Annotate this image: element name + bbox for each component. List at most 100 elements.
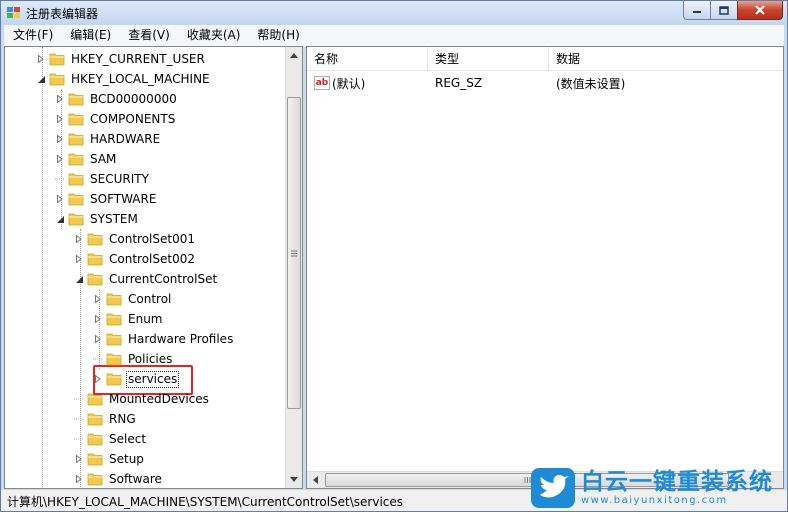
watermark-url: www.baiyunxitong.com [581,495,728,506]
chevron-left-icon [313,476,318,484]
tree-node[interactable]: Hardware Profiles [93,329,235,349]
folder-icon [87,232,103,246]
tree-node[interactable]: SYSTEM [55,209,140,229]
value-data: (数值未设置) [556,76,626,91]
tree-connector [74,394,84,404]
tree-node[interactable]: MountedDevices [74,389,211,409]
tree-node-label: Software [109,471,162,486]
column-data[interactable]: 数据 [549,47,783,71]
folder-icon [106,332,122,346]
expand-arrow-icon[interactable] [55,134,65,144]
collapse-arrow-icon[interactable] [55,214,65,224]
regedit-window: 注册表编辑器 文件(F) 编辑(E) 查看(V) 收藏夹(A) 帮助(H) HK… [0,0,788,512]
close-button[interactable] [737,1,783,20]
tree-node-label: ControlSet002 [109,251,195,266]
folder-icon [87,472,103,486]
tree-node-label: Setup [109,451,144,466]
column-name[interactable]: 名称 [307,47,428,71]
value-row[interactable]: ab (默认) REG_SZ (数值未设置) [307,73,749,93]
menu-view[interactable]: 查看(V) [119,25,178,46]
window-title: 注册表编辑器 [26,7,99,21]
folder-icon [49,52,65,66]
bird-logo-icon [531,468,575,508]
menu-help[interactable]: 帮助(H) [248,25,307,46]
scroll-down-arrow[interactable] [286,471,302,488]
folder-icon [49,72,65,86]
list-header: 名称 类型 数据 [307,47,783,71]
watermark: 白云一键重装系统 www.baiyunxitong.com [531,467,787,509]
expand-arrow-icon[interactable] [55,194,65,204]
tree-node[interactable]: SECURITY [55,169,151,189]
scroll-thumb[interactable] [287,97,301,409]
tree-node-label: COMPONENTS [90,111,176,126]
grip-icon [291,250,297,256]
tree-node-label: HKEY_CURRENT_USER [71,51,205,66]
tree-node[interactable]: SAM [55,149,118,169]
value-name: (默认) [332,76,366,91]
tree-node-label: HARDWARE [90,131,161,146]
tree-node[interactable]: BCD00000000 [55,89,179,109]
tree-connector [74,434,84,444]
value-name-cell: ab (默认) [307,75,428,92]
tree-node[interactable]: Control [93,289,173,309]
tree-node[interactable]: RNG [74,409,138,429]
tree-node[interactable]: Setup [74,449,146,469]
collapse-arrow-icon[interactable] [36,74,46,84]
regedit-app-icon [7,7,20,18]
expand-arrow-icon[interactable] [93,294,103,304]
folder-icon [106,312,122,326]
minimize-button[interactable] [683,1,710,20]
tree-node[interactable]: Select [74,429,148,449]
status-path: 计算机\HKEY_LOCAL_MACHINE\SYSTEM\CurrentCon… [7,495,404,509]
expand-arrow-icon[interactable] [55,114,65,124]
scroll-left-arrow[interactable] [307,472,324,488]
title-bar[interactable]: 注册表编辑器 [1,1,787,25]
tree-node[interactable]: COMPONENTS [55,109,177,129]
tree-vertical-scrollbar[interactable] [285,47,302,488]
expand-arrow-icon[interactable] [55,94,65,104]
chevron-down-icon [290,477,298,482]
expand-arrow-icon[interactable] [93,374,103,384]
registry-tree[interactable]: HKEY_CURRENT_USER HKEY_LOCAL_MACHINE BCD00… [4,46,303,489]
column-type[interactable]: 类型 [428,47,549,71]
folder-icon [87,432,103,446]
tree-node-label: Select [109,431,147,446]
expand-arrow-icon[interactable] [74,474,84,484]
tree-node[interactable]: CurrentControlSet [74,269,219,289]
tree-node[interactable]: HKEY_LOCAL_MACHINE [36,69,212,89]
tree-node[interactable]: services [93,369,180,389]
folder-icon [87,272,103,286]
menu-edit[interactable]: 编辑(E) [61,25,119,46]
maximize-icon [719,5,729,15]
tree-node[interactable]: Enum [93,309,164,329]
tree-node[interactable]: Policies [93,349,174,369]
scroll-up-arrow[interactable] [286,47,302,64]
tree-node-label: Control [128,291,172,306]
expand-arrow-icon[interactable] [74,234,84,244]
minimize-icon [693,11,701,13]
maximize-button[interactable] [710,1,737,20]
string-value-icon: ab [314,76,330,90]
tree-node-label: Enum [128,311,163,326]
menu-favorites[interactable]: 收藏夹(A) [178,25,249,46]
tree-node[interactable]: Software [74,469,164,488]
tree-node[interactable]: HKEY_CURRENT_USER [36,49,207,69]
collapse-arrow-icon[interactable] [74,274,84,284]
expand-arrow-icon[interactable] [93,334,103,344]
tree-node[interactable]: HARDWARE [55,129,162,149]
expand-arrow-icon[interactable] [74,254,84,264]
folder-icon [106,292,122,306]
tree-node-label: SECURITY [90,171,149,186]
values-list[interactable]: 名称 类型 数据 ab (默认) REG_SZ (数值未设置) [306,46,784,489]
folder-icon [87,412,103,426]
tree-node-label: SAM [90,151,117,166]
expand-arrow-icon[interactable] [74,454,84,464]
tree-node[interactable]: ControlSet002 [74,249,197,269]
menu-file[interactable]: 文件(F) [4,25,61,46]
expand-arrow-icon[interactable] [36,54,46,64]
expand-arrow-icon[interactable] [93,314,103,324]
expand-arrow-icon[interactable] [55,154,65,164]
tree-node[interactable]: SOFTWARE [55,189,158,209]
tree-node[interactable]: ControlSet001 [74,229,197,249]
folder-icon [68,112,84,126]
